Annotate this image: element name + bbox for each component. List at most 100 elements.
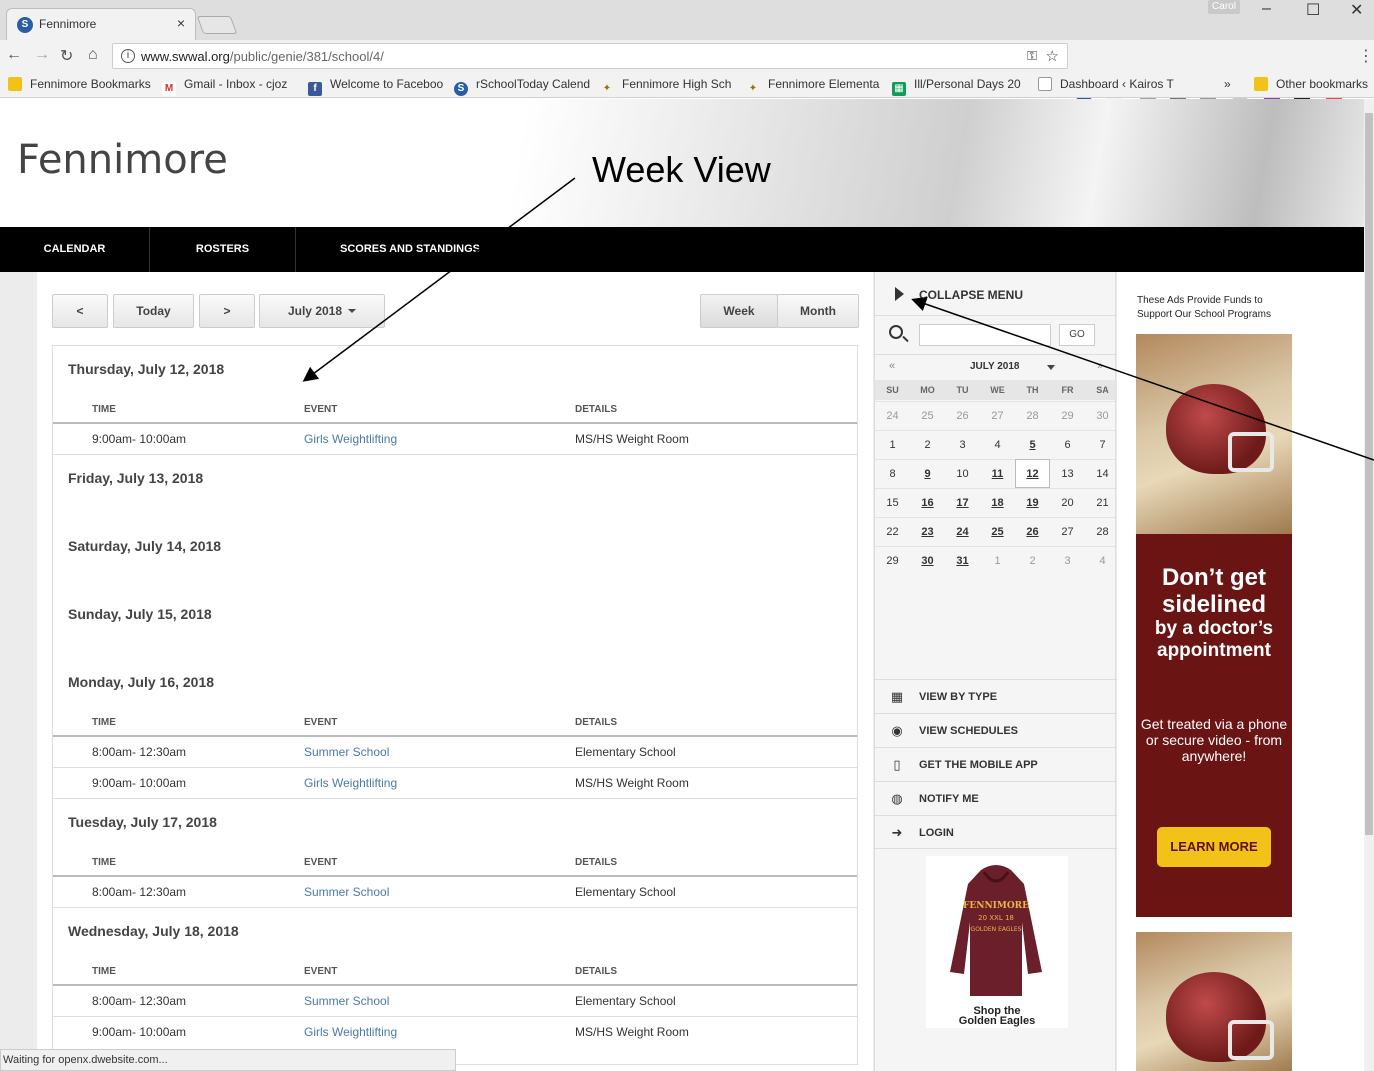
- bookmark-item[interactable]: ✦ Fennimore High Sch: [600, 77, 731, 96]
- calendar-day[interactable]: 11: [980, 459, 1015, 488]
- calendar-day[interactable]: 16: [910, 488, 945, 517]
- calendar-day[interactable]: 30: [1085, 401, 1120, 430]
- calendar-day[interactable]: 15: [875, 488, 910, 517]
- bookmark-item[interactable]: Fennimore Bookmarks: [8, 77, 151, 91]
- calendar-day[interactable]: 24: [875, 401, 910, 430]
- calendar-day[interactable]: 10: [945, 459, 980, 488]
- calendar-day[interactable]: 28: [1015, 401, 1050, 430]
- calendar-day[interactable]: 3: [1050, 546, 1085, 575]
- event-link[interactable]: Girls Weightlifting: [304, 1025, 397, 1039]
- event-link[interactable]: Summer School: [304, 994, 389, 1008]
- calendar-day[interactable]: 13: [1050, 459, 1085, 488]
- calendar-day[interactable]: 27: [980, 401, 1015, 430]
- bookmark-item[interactable]: Dashboard ‹ Kairos T: [1038, 77, 1174, 91]
- forward-icon[interactable]: →: [34, 46, 50, 64]
- calendar-day[interactable]: 26: [1015, 517, 1050, 546]
- calendar-day[interactable]: 4: [1085, 546, 1120, 575]
- nav-scores-standings[interactable]: SCORES AND STANDINGS: [296, 227, 524, 272]
- search-input[interactable]: [919, 324, 1051, 346]
- calendar-day[interactable]: 2: [1015, 546, 1050, 575]
- nav-calendar[interactable]: CALENDAR: [0, 227, 150, 272]
- bookmark-item[interactable]: M Gmail - Inbox - cjoz: [162, 77, 287, 96]
- calendar-day[interactable]: 12: [1015, 459, 1050, 488]
- calendar-day[interactable]: 26: [945, 401, 980, 430]
- menu-notify-me[interactable]: ◍ NOTIFY ME: [875, 781, 1117, 815]
- calendar-next-icon[interactable]: »: [1097, 360, 1103, 372]
- telehealth-ad[interactable]: Don’t get sidelined by a doctor’s appoin…: [1136, 334, 1292, 917]
- more-bookmarks-icon[interactable]: »: [1224, 77, 1231, 91]
- calendar-day[interactable]: 25: [980, 517, 1015, 546]
- calendar-day[interactable]: 29: [1050, 401, 1085, 430]
- nav-rosters[interactable]: ROSTERS: [150, 227, 296, 272]
- reload-icon[interactable]: ↻: [60, 46, 73, 66]
- today-button[interactable]: Today: [113, 294, 194, 328]
- calendar-day[interactable]: 29: [875, 546, 910, 575]
- calendar-day[interactable]: 6: [1050, 430, 1085, 459]
- week-button[interactable]: Week: [700, 294, 778, 328]
- telehealth-ad-second[interactable]: [1136, 932, 1292, 1071]
- profile-badge[interactable]: Carol: [1208, 0, 1240, 14]
- calendar-month-label[interactable]: JULY 2018: [970, 361, 1020, 372]
- event-link[interactable]: Girls Weightlifting: [304, 432, 397, 446]
- tab-close-icon[interactable]: ×: [177, 15, 185, 31]
- menu-view-by-type[interactable]: ▦ VIEW BY TYPE: [875, 679, 1117, 713]
- calendar-prev-icon[interactable]: «: [889, 360, 895, 372]
- new-tab-button[interactable]: [196, 16, 238, 34]
- calendar-day[interactable]: 24: [945, 517, 980, 546]
- calendar-day[interactable]: 22: [875, 517, 910, 546]
- event-link[interactable]: Summer School: [304, 885, 389, 899]
- shop-golden-eagles-ad[interactable]: FENNIMORE 20 XXL 18 GOLDEN EAGLES Shop t…: [926, 856, 1068, 1028]
- calendar-day[interactable]: 25: [910, 401, 945, 430]
- calendar-day[interactable]: 17: [945, 488, 980, 517]
- bookmark-item[interactable]: ▦ Ill/Personal Days 20: [892, 77, 1021, 96]
- calendar-day[interactable]: 27: [1050, 517, 1085, 546]
- calendar-day[interactable]: 18: [980, 488, 1015, 517]
- calendar-day[interactable]: 21: [1085, 488, 1120, 517]
- learn-more-button[interactable]: LEARN MORE: [1157, 827, 1271, 867]
- calendar-day[interactable]: 7: [1085, 430, 1120, 459]
- calendar-day[interactable]: 28: [1085, 517, 1120, 546]
- key-icon[interactable]: ⚿: [1027, 48, 1037, 64]
- bookmark-item[interactable]: ✦ Fennimore Elementa: [746, 77, 879, 96]
- prev-button[interactable]: <: [52, 294, 108, 328]
- calendar-day[interactable]: 3: [945, 430, 980, 459]
- calendar-day[interactable]: 19: [1015, 488, 1050, 517]
- menu-kebab-icon[interactable]: ⋮: [1358, 46, 1374, 66]
- menu-view-schedules[interactable]: ◉ VIEW SCHEDULES: [875, 713, 1117, 747]
- site-title[interactable]: Fennimore: [17, 137, 228, 183]
- go-button[interactable]: GO: [1059, 324, 1095, 346]
- minimize-icon[interactable]: –: [1262, 0, 1271, 18]
- chevron-down-icon[interactable]: [1047, 365, 1055, 370]
- event-link[interactable]: Summer School: [304, 745, 389, 759]
- bookmark-star-icon[interactable]: ☆: [1046, 47, 1059, 65]
- menu-mobile-app[interactable]: ▯ GET THE MOBILE APP: [875, 747, 1117, 781]
- calendar-day[interactable]: 8: [875, 459, 910, 488]
- back-icon[interactable]: ←: [6, 46, 22, 64]
- calendar-day[interactable]: 31: [945, 546, 980, 575]
- calendar-day[interactable]: 5: [1015, 430, 1050, 459]
- event-link[interactable]: Girls Weightlifting: [304, 776, 397, 790]
- other-bookmarks[interactable]: Other bookmarks: [1254, 77, 1368, 91]
- calendar-day[interactable]: 20: [1050, 488, 1085, 517]
- calendar-day[interactable]: 30: [910, 546, 945, 575]
- maximize-icon[interactable]: ☐: [1306, 0, 1320, 20]
- browser-tab[interactable]: S Fennimore ×: [6, 8, 196, 40]
- page-scrollbar[interactable]: [1364, 99, 1374, 1071]
- month-button[interactable]: Month: [777, 294, 859, 328]
- bookmark-item[interactable]: f Welcome to Faceboo: [308, 77, 443, 96]
- calendar-day[interactable]: 9: [910, 459, 945, 488]
- calendar-day[interactable]: 1: [875, 430, 910, 459]
- menu-login[interactable]: ➜ LOGIN: [875, 815, 1117, 849]
- bookmark-item[interactable]: SrSchoolToday Calend: [454, 77, 590, 96]
- next-button[interactable]: >: [199, 294, 255, 328]
- calendar-day[interactable]: 2: [910, 430, 945, 459]
- home-icon[interactable]: ⌂: [88, 46, 98, 64]
- address-bar[interactable]: i www.swwal.org/public/genie/381/school/…: [112, 43, 1068, 69]
- scrollbar-thumb[interactable]: [1365, 113, 1373, 835]
- close-window-icon[interactable]: ✕: [1350, 0, 1363, 20]
- calendar-day[interactable]: 4: [980, 430, 1015, 459]
- month-select[interactable]: July 2018: [259, 294, 385, 328]
- calendar-day[interactable]: 14: [1085, 459, 1120, 488]
- calendar-day[interactable]: 23: [910, 517, 945, 546]
- site-info-icon[interactable]: i: [121, 49, 135, 63]
